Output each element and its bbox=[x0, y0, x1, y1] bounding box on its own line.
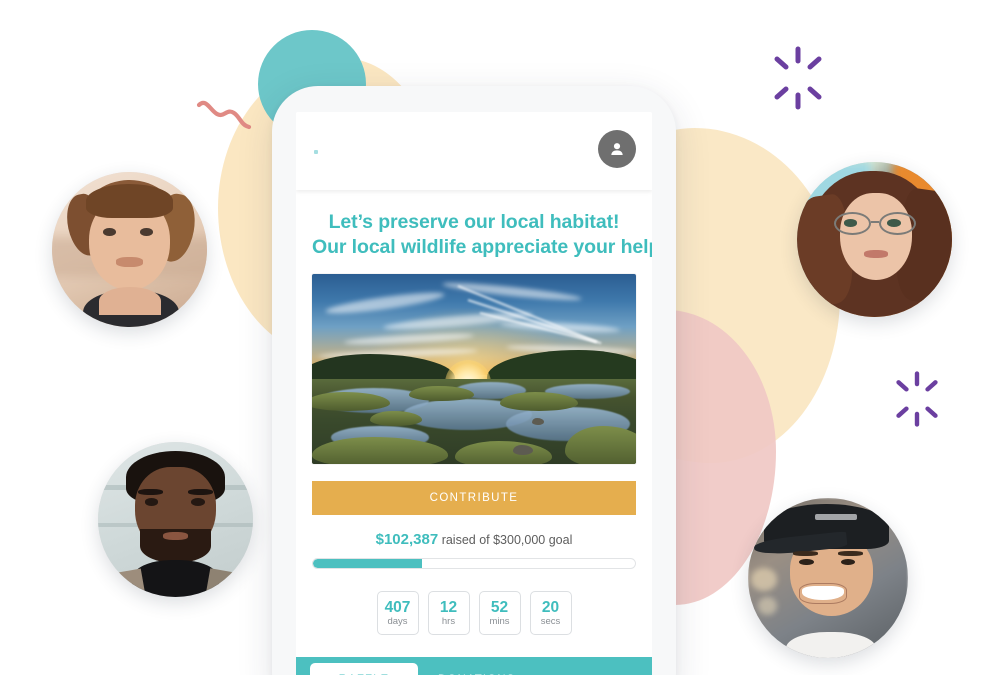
app-logo-mark bbox=[314, 150, 318, 154]
bottom-tab-bar: RAFFLEDONATIONS bbox=[296, 657, 652, 675]
raised-goal-text: raised of $300,000 goal bbox=[441, 533, 573, 547]
countdown-label: secs bbox=[540, 615, 561, 627]
sparkle-burst-icon bbox=[774, 46, 822, 110]
countdown-label: days bbox=[387, 615, 408, 627]
countdown-label: mins bbox=[489, 615, 510, 627]
squiggle-icon bbox=[196, 100, 252, 130]
person-avatar-woman-short-hair bbox=[52, 172, 207, 327]
tab-raffle[interactable]: RAFFLE bbox=[310, 663, 418, 675]
countdown-unit-hrs: 12 hrs bbox=[427, 591, 470, 635]
countdown-unit-days: 407 days bbox=[376, 591, 419, 635]
headline-line-1: Let’s preserve our local habitat! bbox=[328, 211, 620, 233]
progress-fill bbox=[313, 559, 423, 568]
countdown-value: 12 bbox=[439, 598, 458, 616]
person-avatar-icon bbox=[611, 143, 623, 155]
person-avatar-man-turtleneck bbox=[98, 442, 253, 597]
countdown-unit-secs: 20 secs bbox=[529, 591, 572, 635]
app-header bbox=[296, 112, 652, 190]
countdown-label: hrs bbox=[441, 615, 456, 627]
sparkle-burst-icon bbox=[896, 371, 938, 427]
account-avatar-button[interactable] bbox=[598, 130, 636, 168]
countdown-value: 20 bbox=[541, 598, 560, 616]
page-root: Let’s preserve our local habitat! Our lo… bbox=[0, 0, 1000, 675]
fundraising-progress-bar bbox=[312, 558, 636, 569]
countdown-value: 407 bbox=[384, 598, 411, 616]
page-title: Let’s preserve our local habitat! Our lo… bbox=[296, 190, 652, 260]
funds-raised-summary: $102,387 raised of $300,000 goal bbox=[296, 531, 652, 548]
campaign-hero-image bbox=[312, 274, 636, 464]
phone-mockup: Let’s preserve our local habitat! Our lo… bbox=[272, 86, 676, 675]
campaign-countdown: 407 days 12 hrs 52 mins 20 secs bbox=[296, 591, 652, 635]
raised-amount: $102,387 bbox=[375, 531, 439, 548]
person-avatar-woman-glasses bbox=[797, 162, 952, 317]
countdown-unit-mins: 52 mins bbox=[478, 591, 521, 635]
tab-donations[interactable]: DONATIONS bbox=[418, 663, 535, 675]
phone-screen: Let’s preserve our local habitat! Our lo… bbox=[296, 112, 652, 675]
contribute-button[interactable]: CONTRIBUTE bbox=[312, 481, 636, 515]
headline-line-2: Our local wildlife appreciate your help. bbox=[312, 236, 652, 258]
person-avatar-man-cap bbox=[748, 498, 908, 658]
countdown-value: 52 bbox=[490, 598, 509, 616]
